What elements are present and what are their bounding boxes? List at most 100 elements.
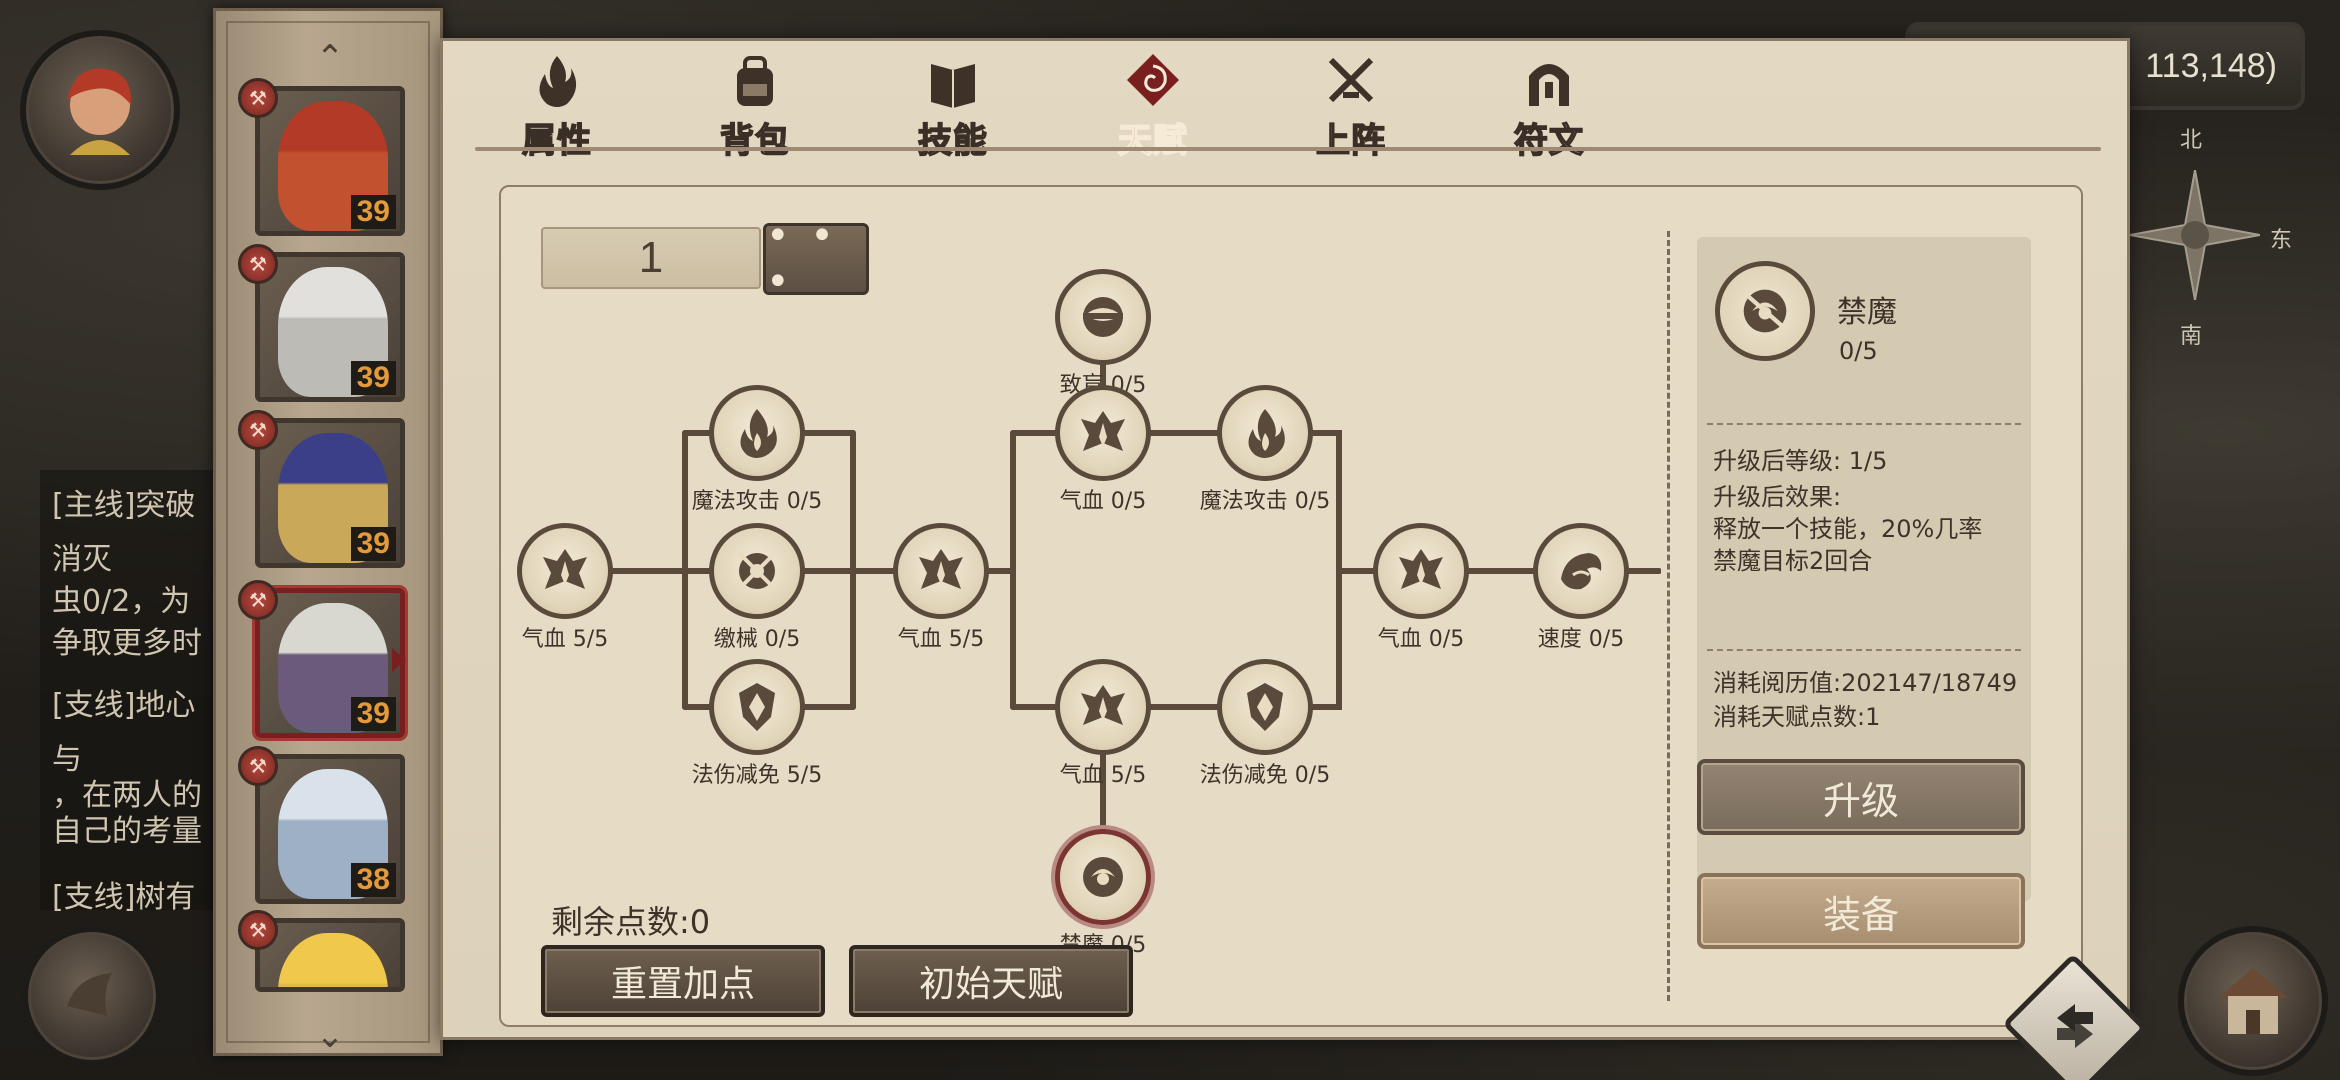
remaining-points: 剩余点数:0 xyxy=(551,903,711,941)
selected-talent-name: 禁魔 xyxy=(1837,295,1897,330)
initial-talent-label: 初始天赋 xyxy=(918,964,1063,1005)
talent-node[interactable] xyxy=(1533,523,1629,619)
backpack-icon xyxy=(737,56,773,106)
tab-0[interactable]: 属性 xyxy=(487,51,627,169)
hero-level: 39 xyxy=(350,361,396,395)
hero-card[interactable]: 39 xyxy=(255,418,405,568)
reset-points-label: 重置加点 xyxy=(610,964,755,1005)
blind-icon xyxy=(1083,297,1123,337)
talent-node[interactable] xyxy=(1373,523,1469,619)
talent-node[interactable] xyxy=(709,659,805,755)
compass-north-label: 北 xyxy=(2180,128,2203,153)
hero-class-badge-icon: ⚒ xyxy=(238,410,278,450)
talent-node[interactable] xyxy=(709,523,805,619)
talent-node-label: 气血 5/5 xyxy=(897,627,985,652)
hero-level: 38 xyxy=(350,863,396,897)
return-arrow-icon xyxy=(2057,1004,2093,1048)
speed-icon xyxy=(1561,553,1602,590)
tab-divider xyxy=(475,147,2101,151)
talent-node[interactable] xyxy=(517,523,613,619)
quest-line: 自己的考量 xyxy=(52,814,202,849)
tab-label: 技能 xyxy=(917,120,988,162)
town-button[interactable] xyxy=(2178,926,2328,1076)
talent-node-label: 气血 5/5 xyxy=(1059,763,1147,788)
magic-shield-icon xyxy=(739,683,775,731)
bottom-left-action-button[interactable] xyxy=(22,926,162,1066)
tab-3[interactable]: 天赋 xyxy=(1083,51,1223,169)
detail-separator xyxy=(1707,649,2021,651)
hero-card[interactable]: 38 xyxy=(255,754,405,904)
disarm-icon xyxy=(737,551,777,591)
talent-node-label: 魔法攻击 0/5 xyxy=(691,489,823,514)
vitality-icon xyxy=(1399,549,1443,589)
flame-icon xyxy=(539,56,577,107)
compass-south-label: 南 xyxy=(2180,324,2203,349)
quest-main-title[interactable]: [主线]突破 xyxy=(52,480,195,524)
player-avatar-button[interactable] xyxy=(20,30,180,190)
hero-class-badge-icon: ⚒ xyxy=(238,78,278,118)
tab-1[interactable]: 背包 xyxy=(685,51,825,169)
tab-label: 上阵 xyxy=(1315,120,1386,162)
talent-node[interactable] xyxy=(1055,385,1151,481)
tab-label: 背包 xyxy=(719,120,790,162)
scroll-up-chevron-icon[interactable]: ⌃ xyxy=(306,41,354,75)
upgrade-button[interactable]: 升级 xyxy=(1697,759,2025,835)
rune-gate-icon xyxy=(1529,64,1569,106)
effect-description-line: 禁魔目标2回合 xyxy=(1713,547,1873,575)
effect-title-text: 升级后效果: xyxy=(1713,483,1842,511)
talent-node-label: 速度 0/5 xyxy=(1537,627,1625,652)
talent-node[interactable] xyxy=(709,385,805,481)
crossed-swords-icon xyxy=(1328,57,1374,103)
hero-detail-panel: 属性 背包 技能 天赋 上阵 符文 1 • • • 气血 5/5 魔法攻击 0/… xyxy=(440,38,2130,1040)
hero-card[interactable]: 39 xyxy=(255,86,405,236)
tab-label: 天赋 xyxy=(1117,120,1188,162)
initial-talent-button[interactable]: 初始天赋 xyxy=(849,945,1133,1017)
cost-talent-points-text: 消耗天赋点数:1 xyxy=(1713,703,1881,731)
compass-east-label: 东 xyxy=(2270,228,2293,253)
talent-node-label: 气血 5/5 xyxy=(521,627,609,652)
hero-class-badge-icon: ⚒ xyxy=(238,244,278,284)
hero-card[interactable]: 39 xyxy=(255,252,405,402)
hero-level: 39 xyxy=(350,697,396,731)
talent-node-label: 缴械 0/5 xyxy=(713,627,801,652)
talent-node-label: 法伤减免 5/5 xyxy=(691,763,823,788)
tab-label: 符文 xyxy=(1513,120,1584,162)
upgrade-label: 升级 xyxy=(1822,778,1899,823)
talent-node-label: 魔法攻击 0/5 xyxy=(1199,489,1331,514)
tab-5[interactable]: 符文 xyxy=(1479,51,1619,169)
magic-flame-icon xyxy=(740,409,777,458)
tab-2[interactable]: 技能 xyxy=(883,51,1023,169)
talent-node[interactable] xyxy=(1055,829,1151,925)
talent-node[interactable] xyxy=(1217,659,1313,755)
talent-node[interactable] xyxy=(893,523,989,619)
hero-class-badge-icon: ⚒ xyxy=(238,910,278,950)
silence-icon xyxy=(1743,289,1787,333)
panel-divider xyxy=(1667,231,1670,1001)
next-level-text: 升级后等级: 1/5 xyxy=(1713,447,1888,475)
vitality-icon xyxy=(919,549,963,589)
cost-experience-text: 消耗阅历值:202147/18749 xyxy=(1713,669,2018,697)
vitality-icon xyxy=(1081,685,1125,725)
talent-node[interactable] xyxy=(1055,659,1151,755)
talent-node[interactable] xyxy=(1055,269,1151,365)
equip-label: 装备 xyxy=(1822,892,1899,937)
hero-card[interactable]: 39 xyxy=(255,588,405,738)
quest-side-title[interactable]: [支线]树有 xyxy=(52,872,195,916)
quest-side-title[interactable]: [支线]地心 xyxy=(52,680,195,724)
reset-points-button[interactable]: 重置加点 xyxy=(541,945,825,1017)
selected-talent-count: 0/5 xyxy=(1839,337,1878,365)
equip-button[interactable]: 装备 xyxy=(1697,873,2025,949)
hero-portrait-icon xyxy=(278,933,388,987)
quest-line: 虫0/2，为 xyxy=(52,584,191,619)
talent-node-label: 法伤减免 0/5 xyxy=(1199,763,1331,788)
selected-talent-icon xyxy=(1715,261,1815,361)
tab-4[interactable]: 上阵 xyxy=(1281,51,1421,169)
horn-icon xyxy=(67,973,112,1016)
talent-node[interactable] xyxy=(1217,385,1313,481)
scroll-down-chevron-icon[interactable]: ⌄ xyxy=(306,1019,354,1053)
quest-line: 争取更多时 xyxy=(52,626,202,661)
hero-class-badge-icon: ⚒ xyxy=(238,580,278,620)
selected-hero-pointer-icon xyxy=(392,648,406,672)
talent-content-frame: 1 • • • 气血 5/5 魔法攻击 0/5 缴械 0/5 法伤减免 5/5 … xyxy=(499,185,2083,1027)
vitality-icon xyxy=(543,549,587,589)
